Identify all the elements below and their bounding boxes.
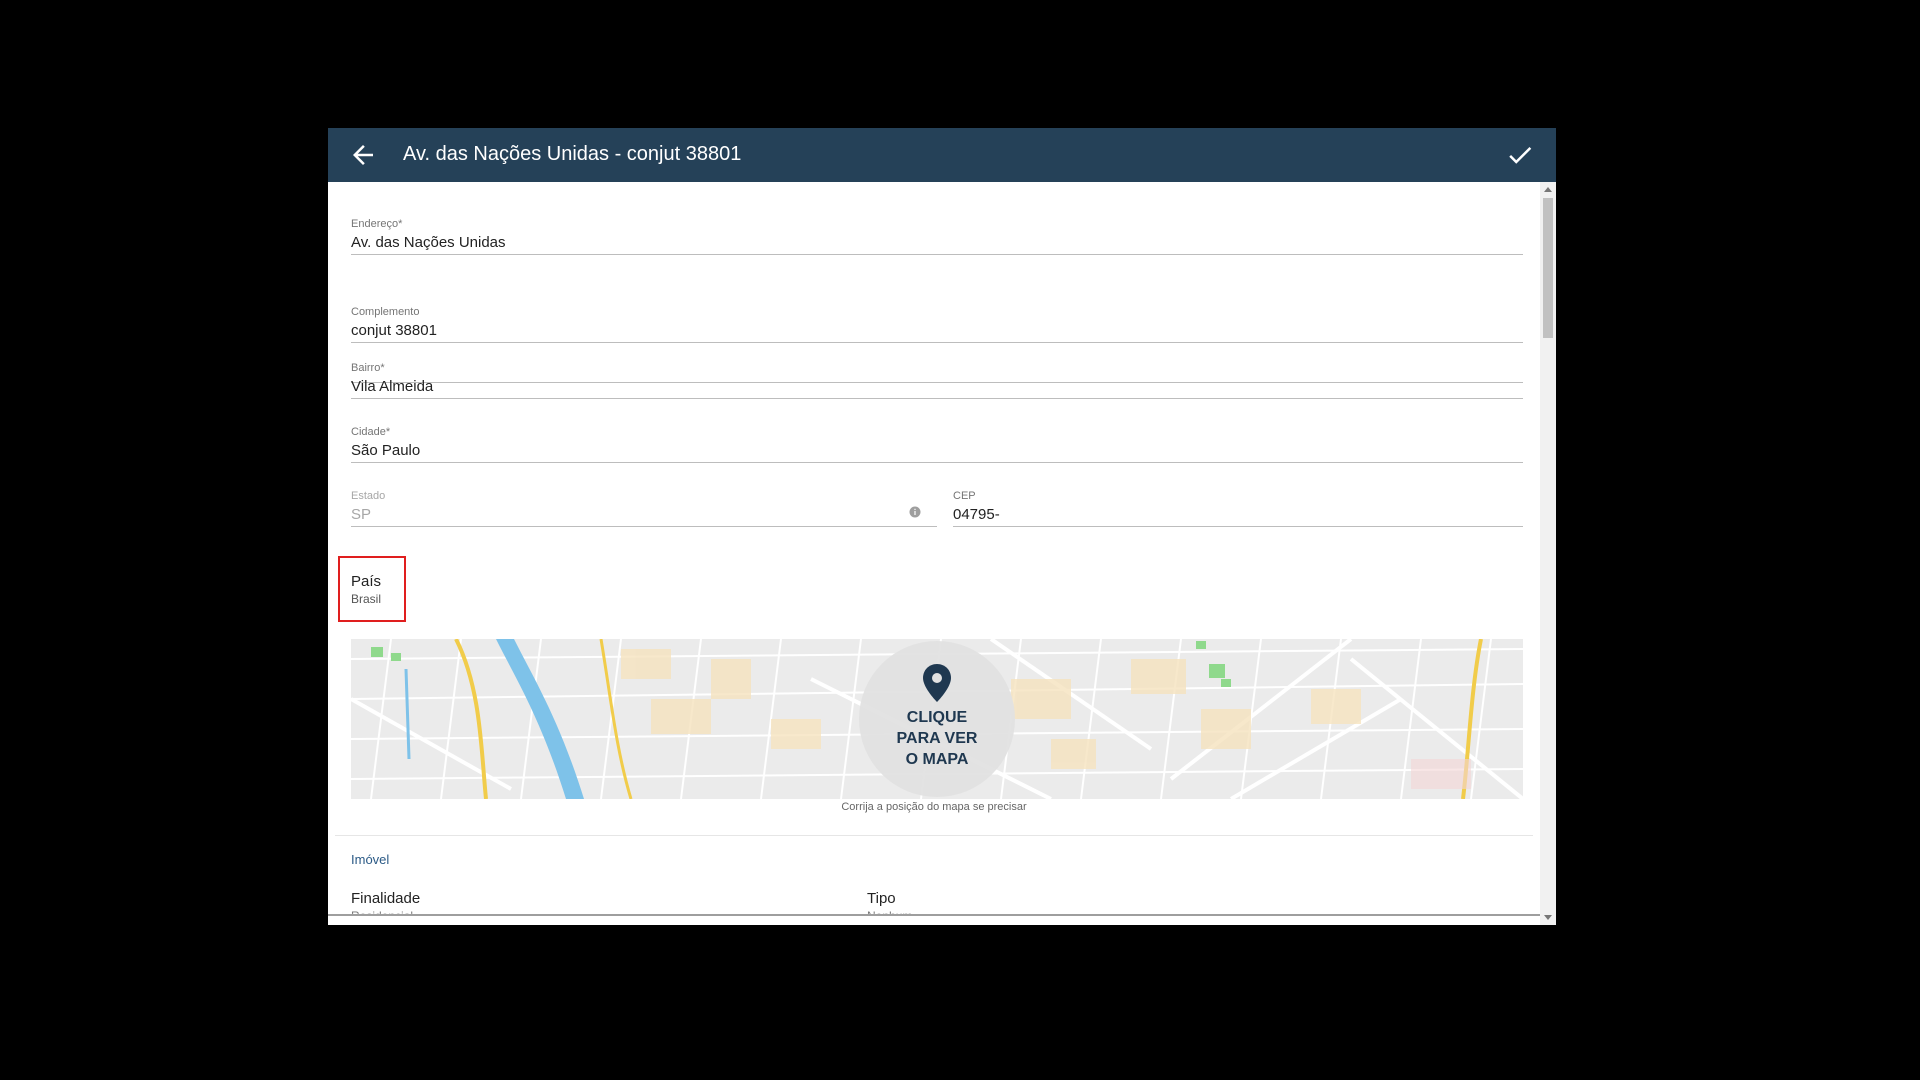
map-cta-line-2: PARA VER — [896, 730, 978, 747]
complemento-field[interactable]: Complemento conjut 38801 — [351, 300, 1523, 343]
map-caption: Corrija a posição do mapa se precisar — [841, 801, 1027, 813]
endereco-label: Endereço* — [351, 218, 403, 230]
finalidade-label: Finalidade — [351, 890, 421, 907]
endereco-value: Av. das Nações Unidas — [351, 234, 506, 251]
bairro-value: Vila Almeida — [351, 378, 434, 395]
complemento-label: Complemento — [351, 306, 420, 318]
map-cta-line-3: O MAPA — [905, 751, 969, 768]
estado-value: SP — [351, 506, 372, 523]
cidade-field[interactable]: Cidade* São Paulo — [351, 420, 1523, 463]
map-preview[interactable]: CLIQUE PARA VER O MAPA — [351, 639, 1523, 799]
cep-value: 04795- — [953, 506, 1000, 523]
scroll-down-icon[interactable] — [1544, 915, 1552, 920]
map-cta[interactable]: CLIQUE PARA VER O MAPA — [837, 707, 1037, 770]
cidade-value: São Paulo — [351, 442, 421, 459]
vertical-scrollbar[interactable] — [1540, 182, 1556, 925]
finalidade-value[interactable]: Residencial — [351, 909, 413, 914]
estado-label: Estado — [351, 490, 386, 502]
tipo-value[interactable]: Nenhum — [867, 909, 912, 914]
tipo-label: Tipo — [867, 890, 896, 907]
bairro-label: Bairro* — [351, 362, 385, 374]
bottom-scroll-edge — [328, 914, 1540, 916]
pais-label: País — [351, 573, 382, 590]
imovel-section-title: Imóvel — [351, 852, 390, 867]
cep-label: CEP — [953, 490, 976, 502]
endereco-field[interactable]: Endereço* Av. das Nações Unidas — [351, 212, 1523, 255]
section-divider — [335, 835, 1533, 836]
pais-value[interactable]: Brasil — [351, 592, 381, 606]
form-layer: Endereço* Av. das Nações Unidas Compleme… — [328, 128, 1540, 925]
cidade-label: Cidade* — [351, 426, 391, 438]
complemento-value: conjut 38801 — [351, 322, 437, 339]
map-cta-line-1: CLIQUE — [906, 709, 968, 726]
scroll-thumb[interactable] — [1543, 198, 1553, 338]
address-dialog: Av. das Nações Unidas - conjut 38801 End… — [328, 128, 1556, 925]
cep-field[interactable]: CEP 04795- — [953, 484, 1523, 527]
estado-field: Estado SP — [351, 484, 937, 527]
scroll-up-icon[interactable] — [1544, 187, 1552, 192]
info-icon[interactable] — [909, 506, 921, 518]
bairro-field[interactable]: Bairro* Vila Almeida — [351, 356, 1523, 399]
